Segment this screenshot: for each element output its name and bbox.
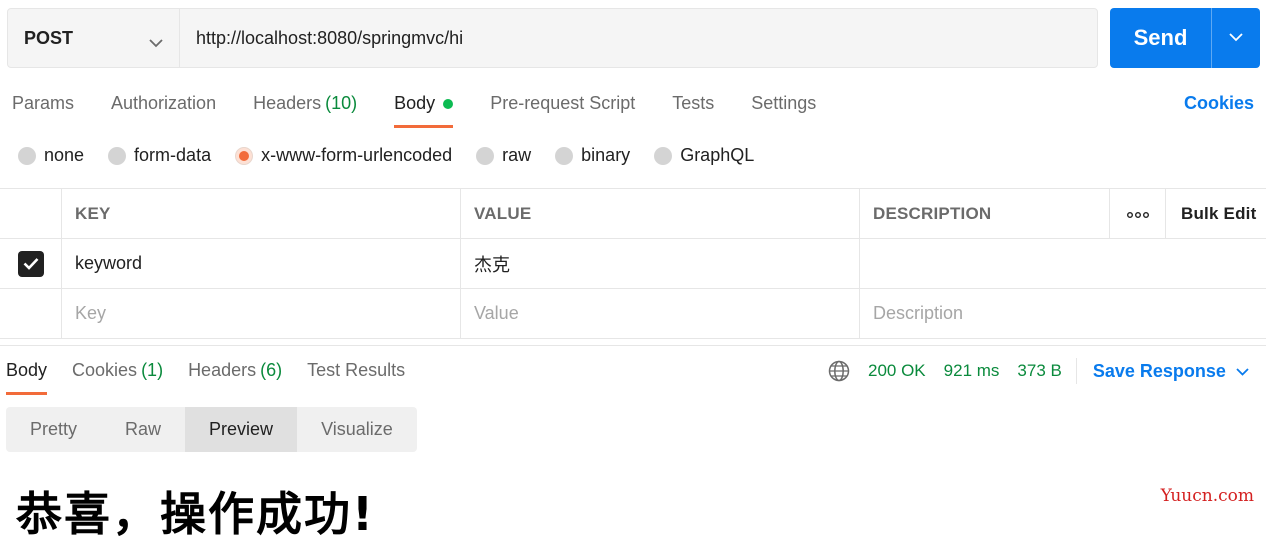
- tab-label: Pre-request Script: [490, 93, 636, 113]
- radio-circle: [235, 146, 254, 165]
- status-dot-icon: [443, 99, 454, 109]
- tab-tests[interactable]: Tests: [672, 88, 714, 128]
- bulk-edit-button[interactable]: Bulk Edit: [1166, 189, 1266, 238]
- row-checkbox-cell: [0, 289, 62, 338]
- tab-body[interactable]: Body: [394, 88, 454, 128]
- response-tab-headers[interactable]: Headers (6): [188, 358, 282, 395]
- radio-raw[interactable]: raw: [476, 145, 531, 166]
- row-checkbox[interactable]: [17, 250, 44, 277]
- radio-circle: [654, 146, 673, 165]
- tab-label: Body: [6, 360, 48, 380]
- key-cell[interactable]: keyword: [62, 239, 461, 288]
- format-visualize[interactable]: Visualize: [297, 407, 417, 452]
- table-header-row: KEY VALUE DESCRIPTION Bulk Edit: [0, 189, 1266, 239]
- table-row: keyword 杰克: [0, 239, 1266, 289]
- response-tab-test-results[interactable]: Test Results: [307, 358, 405, 395]
- tab-count: (6): [260, 360, 283, 380]
- radio-circle: [108, 146, 127, 165]
- radio-form-data[interactable]: form-data: [108, 145, 211, 166]
- tab-label: Body: [394, 93, 436, 113]
- radio-x-www-form-urlencoded[interactable]: x-www-form-urlencoded: [235, 145, 452, 166]
- tab-pre-request-script[interactable]: Pre-request Script: [490, 88, 635, 128]
- chevron-down-icon: [1236, 367, 1249, 376]
- header-value: VALUE: [461, 189, 860, 238]
- tab-headers[interactable]: Headers (10): [253, 88, 357, 128]
- radio-label: x-www-form-urlencoded: [261, 145, 453, 165]
- tab-label: Tests: [672, 93, 715, 113]
- row-checkbox-cell: [0, 239, 62, 288]
- tab-label: Cookies: [72, 360, 138, 380]
- response-tab-cookies[interactable]: Cookies (1): [72, 358, 163, 395]
- format-pretty[interactable]: Pretty: [6, 407, 101, 452]
- radio-circle: [476, 146, 495, 165]
- format-preview[interactable]: Preview: [185, 407, 298, 452]
- radio-label: none: [44, 145, 85, 165]
- check-icon: [23, 258, 38, 270]
- send-button-group: Send: [1110, 8, 1260, 68]
- method-label: POST: [24, 27, 74, 48]
- response-tab-body[interactable]: Body: [6, 358, 48, 395]
- tab-params[interactable]: Params: [12, 88, 74, 128]
- chevron-down-icon: [1229, 29, 1243, 47]
- radio-label: GraphQL: [680, 145, 755, 165]
- tab-label: Headers: [253, 93, 322, 113]
- response-tabs: Body Cookies (1) Headers (6) Test Results: [6, 358, 430, 395]
- url-input[interactable]: http://localhost:8080/springmvc/hi: [180, 9, 1097, 67]
- header-description: DESCRIPTION: [860, 189, 1110, 238]
- method-select[interactable]: POST: [8, 9, 180, 67]
- tab-label: Test Results: [307, 360, 406, 380]
- globe-icon[interactable]: [828, 360, 850, 382]
- radio-label: raw: [502, 145, 532, 165]
- watermark: Yuucn.com: [1160, 486, 1254, 506]
- body-type-radios: none form-data x-www-form-urlencoded raw…: [18, 145, 778, 166]
- radio-circle: [18, 146, 36, 165]
- radio-circle: [555, 146, 574, 165]
- format-raw[interactable]: Raw: [101, 407, 185, 452]
- radio-label: form-data: [134, 145, 212, 165]
- send-options-button[interactable]: [1211, 8, 1260, 68]
- tab-authorization[interactable]: Authorization: [111, 88, 216, 128]
- cookies-link[interactable]: Cookies: [1184, 93, 1254, 114]
- request-bar: POST http://localhost:8080/springmvc/hi: [7, 8, 1098, 68]
- response-time[interactable]: 921 ms: [944, 361, 1000, 381]
- radio-binary[interactable]: binary: [555, 145, 630, 166]
- response-divider[interactable]: [0, 345, 1266, 346]
- tab-label: Headers: [188, 360, 257, 380]
- description-input[interactable]: Description: [860, 289, 1266, 338]
- value-input[interactable]: Value: [461, 289, 860, 338]
- header-key: KEY: [62, 189, 461, 238]
- params-table: KEY VALUE DESCRIPTION Bulk Edit keyword …: [0, 188, 1266, 339]
- radio-label: binary: [581, 145, 631, 165]
- send-button[interactable]: Send: [1110, 8, 1211, 68]
- header-checkbox-cell: [0, 189, 62, 238]
- tab-label: Settings: [751, 93, 817, 113]
- tab-settings[interactable]: Settings: [751, 88, 816, 128]
- format-selector: Pretty Raw Preview Visualize: [6, 407, 417, 452]
- value-cell[interactable]: 杰克: [461, 239, 860, 288]
- status-code[interactable]: 200 OK: [868, 361, 926, 381]
- tab-label: Params: [12, 93, 75, 113]
- response-meta: 200 OK 921 ms 373 B Save Response: [828, 358, 1249, 384]
- response-size[interactable]: 373 B: [1017, 361, 1061, 381]
- url-text: http://localhost:8080/springmvc/hi: [196, 27, 464, 48]
- preview-heading: 恭喜，操作成功!: [16, 487, 375, 541]
- tab-label: Authorization: [111, 93, 217, 113]
- table-row-new: Key Value Description: [0, 289, 1266, 339]
- description-cell[interactable]: [860, 239, 1266, 288]
- more-icon: [1126, 204, 1149, 224]
- save-response-button[interactable]: Save Response: [1093, 361, 1249, 382]
- tab-count: (10): [325, 93, 358, 113]
- radio-none[interactable]: none: [18, 145, 84, 166]
- save-response-label: Save Response: [1092, 360, 1226, 381]
- separator: [1075, 358, 1077, 384]
- request-tabs: Params Authorization Headers (10) Body Pr…: [12, 88, 853, 128]
- tab-count: (1): [141, 360, 164, 380]
- more-options-button[interactable]: [1110, 189, 1166, 238]
- chevron-down-icon: [149, 32, 163, 53]
- key-input[interactable]: Key: [62, 289, 461, 338]
- radio-graphql[interactable]: GraphQL: [654, 145, 754, 166]
